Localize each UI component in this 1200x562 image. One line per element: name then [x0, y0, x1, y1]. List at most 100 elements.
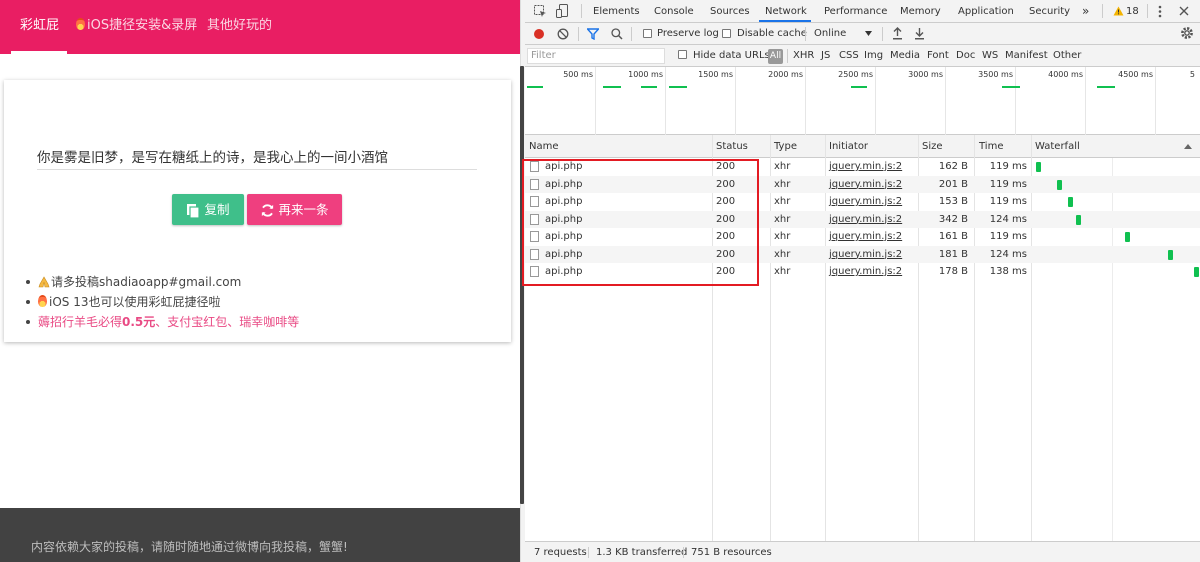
tips-list: 请多投稿shadiaoapp#gmail.com iOS 13也可以使用彩虹屁捷…: [26, 272, 299, 332]
network-toolbar: Preserve log Disable cache Online: [525, 23, 1200, 45]
column-header-name[interactable]: Name: [529, 135, 559, 158]
overview-gridline: [735, 67, 736, 135]
request-initiator[interactable]: jquery.min.js:2: [829, 228, 902, 246]
hide-data-urls-checkbox[interactable]: [678, 50, 687, 59]
overview-tick-label: 3500 ms: [978, 70, 1013, 79]
overview-request-bar: [603, 86, 621, 88]
waterfall-bar: [1036, 162, 1041, 172]
quote-underline: [37, 169, 477, 170]
column-header-initiator[interactable]: Initiator: [829, 135, 868, 158]
next-quote-button-label: 再来一条: [278, 202, 329, 217]
filter-type-js[interactable]: JS: [821, 45, 830, 67]
tab-application[interactable]: Application: [958, 0, 1014, 23]
dropdown-arrow-icon[interactable]: [865, 31, 872, 36]
overview-tick-label: 2500 ms: [838, 70, 873, 79]
inspect-element-icon[interactable]: [534, 5, 547, 18]
filter-type-media[interactable]: Media: [890, 45, 920, 67]
clear-icon[interactable]: [557, 28, 569, 40]
filter-type-ws[interactable]: WS: [982, 45, 998, 67]
request-time: 119 ms: [989, 196, 1027, 207]
search-icon[interactable]: [611, 28, 623, 40]
kebab-menu-icon[interactable]: [1158, 5, 1162, 18]
column-header-time[interactable]: Time: [979, 135, 1003, 158]
nav-tab-ios-shortcut-label: iOS捷径安装&录屏: [87, 18, 198, 33]
nav-tab-ios-shortcut[interactable]: iOS捷径安装&录屏: [76, 0, 197, 54]
promo-post: 、支付宝红包、瑞幸咖啡等: [155, 315, 300, 329]
overview-gridline: [595, 67, 596, 135]
filter-type-all[interactable]: All: [768, 49, 783, 64]
next-quote-button[interactable]: 再来一条: [247, 194, 342, 225]
overview-tick-label: 500 ms: [563, 70, 593, 79]
request-size: 153 B: [938, 196, 968, 207]
filter-input[interactable]: Filter: [527, 48, 665, 64]
disable-cache-checkbox[interactable]: [722, 29, 731, 38]
record-icon[interactable]: [533, 28, 545, 40]
promo-link[interactable]: 薅招行羊毛必得0.5元、支付宝红包、瑞幸咖啡等: [26, 312, 299, 332]
overview-request-bar: [851, 86, 867, 88]
filter-type-css[interactable]: CSS: [839, 45, 859, 67]
overview-request-bar: [641, 86, 657, 88]
network-overview[interactable]: 500 ms 1000 ms 1500 ms 2000 ms 2500 ms 3…: [525, 67, 1200, 135]
throttling-select[interactable]: Online: [814, 23, 846, 45]
filter-type-manifest[interactable]: Manifest: [1005, 45, 1048, 67]
divider: [805, 27, 806, 41]
request-type: xhr: [774, 161, 791, 172]
refresh-icon: [262, 204, 274, 217]
preserve-log-checkbox[interactable]: [643, 29, 652, 38]
request-initiator[interactable]: jquery.min.js:2: [829, 158, 902, 176]
column-header-waterfall[interactable]: Waterfall: [1035, 135, 1080, 158]
nav-tab-other-fun[interactable]: 其他好玩的: [207, 0, 272, 54]
request-initiator[interactable]: jquery.min.js:2: [829, 211, 902, 229]
tab-sources[interactable]: Sources: [710, 0, 750, 23]
filter-type-xhr[interactable]: XHR: [793, 45, 814, 67]
request-type: xhr: [774, 213, 791, 225]
request-time: 119 ms: [989, 178, 1027, 190]
divider: [581, 4, 582, 18]
request-initiator[interactable]: jquery.min.js:2: [829, 193, 902, 211]
device-toolbar-icon[interactable]: [556, 4, 569, 18]
export-har-icon[interactable]: [914, 27, 925, 40]
filter-type-img[interactable]: Img: [864, 45, 883, 67]
filter-type-font[interactable]: Font: [927, 45, 949, 67]
divider: [787, 49, 788, 63]
nav-tab-rainbow[interactable]: 彩虹屁: [20, 0, 59, 54]
close-icon[interactable]: [1179, 6, 1189, 16]
tab-memory[interactable]: Memory: [900, 0, 941, 23]
request-time: 124 ms: [989, 248, 1027, 260]
column-header-size[interactable]: Size: [922, 135, 943, 158]
divider: [683, 547, 684, 558]
request-initiator[interactable]: jquery.min.js:2: [829, 176, 902, 194]
overview-gridline: [945, 67, 946, 135]
more-tabs-button[interactable]: »: [1082, 0, 1089, 23]
request-initiator[interactable]: jquery.min.js:2: [829, 263, 902, 281]
filter-icon[interactable]: [587, 28, 599, 40]
column-header-type[interactable]: Type: [774, 135, 797, 158]
sort-ascending-icon[interactable]: [1184, 144, 1192, 149]
filter-type-other[interactable]: Other: [1053, 45, 1081, 67]
divider: [578, 27, 579, 41]
request-initiator[interactable]: jquery.min.js:2: [829, 246, 902, 264]
request-size: 201 B: [938, 178, 968, 190]
filter-type-doc[interactable]: Doc: [956, 45, 975, 67]
divider: [631, 27, 632, 41]
transferred-size: 1.3 KB transferred: [596, 547, 688, 558]
request-size: 181 B: [938, 248, 968, 260]
column-header-status[interactable]: Status: [716, 135, 748, 158]
overview-request-bar: [1002, 86, 1020, 88]
nav-active-indicator: [11, 51, 67, 54]
gear-icon[interactable]: [1180, 26, 1194, 40]
tab-console[interactable]: Console: [654, 0, 694, 23]
tab-elements[interactable]: Elements: [593, 0, 640, 23]
request-size: 342 B: [938, 213, 968, 225]
tab-performance[interactable]: Performance: [824, 0, 887, 23]
warning-count[interactable]: 18: [1126, 0, 1139, 23]
request-time: 138 ms: [989, 266, 1027, 277]
warning-icon[interactable]: [1113, 6, 1124, 16]
copy-button[interactable]: 复制: [172, 194, 244, 225]
import-har-icon[interactable]: [892, 27, 903, 40]
request-type: xhr: [774, 266, 791, 277]
quote-text: 你是雾是旧梦，是写在糖纸上的诗，是我心上的一间小酒馆: [37, 150, 388, 166]
footer-text: 内容依赖大家的投稿，请随时随地通过微博向我投稿，蟹蟹!: [31, 540, 348, 554]
tab-security[interactable]: Security: [1029, 0, 1070, 23]
overview-tick-label: 1500 ms: [698, 70, 733, 79]
